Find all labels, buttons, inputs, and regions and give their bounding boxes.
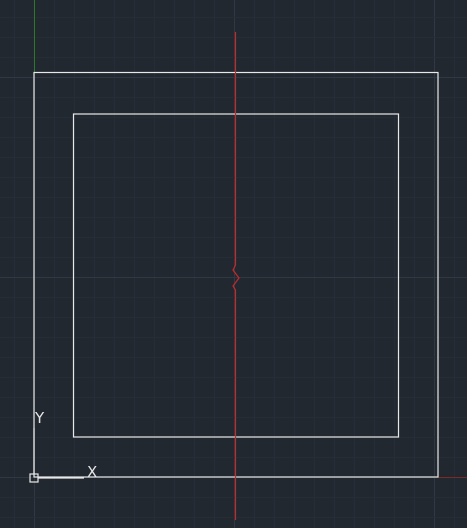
- ucs-icon: Y X: [29, 409, 97, 483]
- drawing-canvas[interactable]: Y X: [0, 0, 467, 528]
- ucs-y-label: Y: [34, 409, 45, 427]
- drawing-viewport[interactable]: Y X: [0, 0, 467, 528]
- section-cut-line[interactable]: [232, 32, 240, 520]
- grid: [0, 0, 467, 528]
- ucs-x-label: X: [87, 463, 97, 481]
